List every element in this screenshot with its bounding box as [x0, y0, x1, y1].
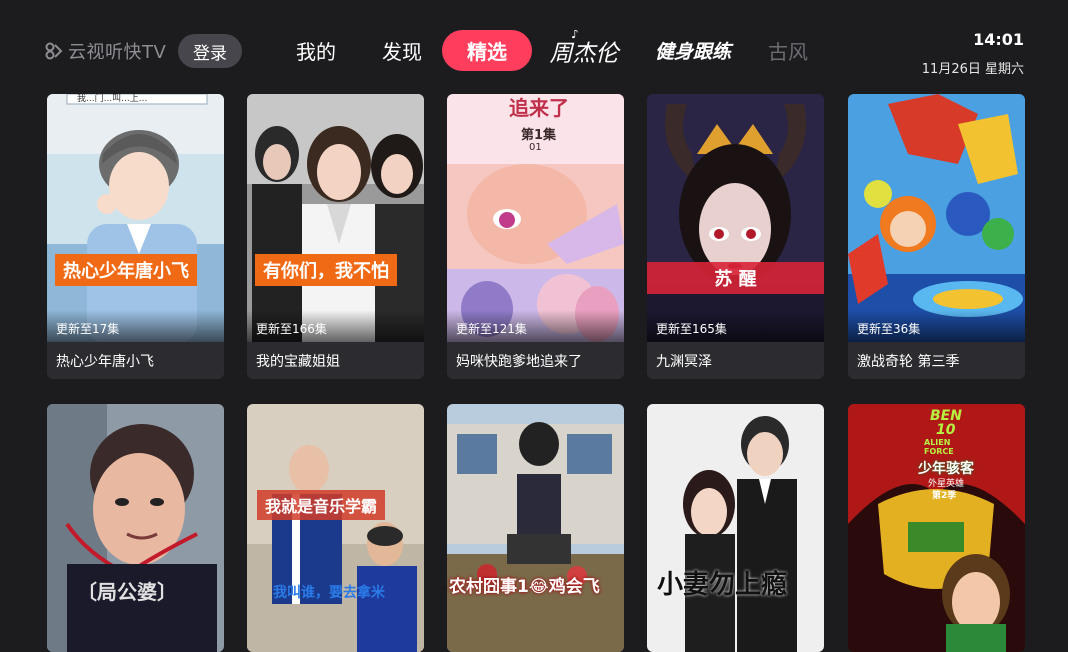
login-button[interactable]: 登录 [178, 34, 242, 68]
card-title: 激战奇轮 第三季 [857, 353, 960, 370]
poster-episode: 第1集 [521, 128, 557, 143]
tab-mine[interactable]: 我的 [280, 30, 352, 71]
logo-icon [45, 42, 63, 60]
poster-caption: 热心少年唐小飞 [55, 254, 197, 286]
poster-image [47, 94, 224, 342]
poster-title: 少年骇客 [918, 461, 974, 477]
video-card[interactable]: 农村囧事1😂鸡会飞 [447, 404, 624, 652]
poster-caption: 有你们，我不怕 [255, 254, 397, 286]
video-card[interactable]: 更新至36集 激战奇轮 第三季 [848, 94, 1025, 379]
poster-top-text: 追来了 [509, 96, 569, 120]
poster-logo-line2: 10 [936, 422, 956, 438]
poster-image [647, 404, 824, 652]
card-title: 我的宝藏姐姐 [256, 353, 340, 370]
poster: 我...门...叫...上... 热心少年唐小飞 更新至17集 [47, 94, 224, 342]
poster-image [848, 94, 1025, 342]
poster-season: 第2季 [932, 491, 957, 501]
clock: 14:01 11月26日 星期六 [922, 30, 1024, 77]
poster-caption: 苏 醒 [647, 262, 824, 294]
update-status: 更新至121集 [447, 310, 624, 342]
update-status: 更新至17集 [47, 310, 224, 342]
update-status: 更新至165集 [647, 310, 824, 342]
poster: BEN 10 ALIEN FORCE 少年骇客 外星英雄 第2季 [848, 404, 1025, 652]
top-bar: 云视听快TV 登录 我的 发现 精选 ♪ 周杰伦 健身跟练 古风 14:01 1… [0, 0, 1068, 92]
clock-date: 11月26日 星期六 [921, 62, 1024, 77]
poster-image [647, 94, 824, 342]
poster-bottom-text: 我叫谁，要去拿米 [273, 585, 385, 601]
tab-discover[interactable]: 发现 [366, 30, 438, 71]
nav-tabs: 我的 发现 精选 ♪ 周杰伦 健身跟练 古风 [280, 30, 815, 71]
poster-image [247, 94, 424, 342]
clock-time: 14:01 [973, 30, 1024, 49]
card-title: 妈咪快跑爹地追来了 [456, 353, 582, 370]
poster: 〔局公婆〕 [47, 404, 224, 652]
video-card[interactable]: 我就是音乐学霸 我叫谁，要去拿米 [247, 404, 424, 652]
poster-episode-num: 01 [529, 142, 542, 153]
poster-caption: 我就是音乐学霸 [257, 490, 386, 520]
poster: 小妻勿上瘾 [647, 404, 824, 652]
video-card[interactable]: 苏 醒 更新至165集 九渊冥泽 [647, 94, 824, 379]
poster: 有你们，我不怕 更新至166集 [247, 94, 424, 342]
video-card[interactable]: 〔局公婆〕 [47, 404, 224, 652]
poster: 更新至36集 [848, 94, 1025, 342]
music-note-icon: ♪ [571, 30, 579, 41]
video-card[interactable]: BEN 10 ALIEN FORCE 少年骇客 外星英雄 第2季 [848, 404, 1025, 652]
tab-fitness[interactable]: 健身跟练 [650, 30, 736, 71]
tab-ancient-style[interactable]: 古风 [768, 30, 815, 71]
logo-text: 云视听快TV [68, 42, 167, 63]
video-card[interactable]: 小妻勿上瘾 [647, 404, 824, 652]
card-title: 热心少年唐小飞 [56, 353, 154, 370]
video-card[interactable]: 追来了 第1集 01 更新至121集 妈咪快跑爹地追来了 [447, 94, 624, 379]
poster: 苏 醒 更新至165集 [647, 94, 824, 342]
poster-image [47, 404, 224, 652]
poster-image [247, 404, 424, 652]
poster-bottom-text: 小妻勿上瘾 [657, 570, 788, 600]
poster-bottom-text: 农村囧事1😂鸡会飞 [449, 577, 600, 597]
poster-logo-sub: ALIEN FORCE [924, 438, 954, 456]
update-status: 更新至166集 [247, 310, 424, 342]
poster: 追来了 第1集 01 更新至121集 [447, 94, 624, 342]
poster: 农村囧事1😂鸡会飞 [447, 404, 624, 652]
update-status: 更新至36集 [848, 310, 1025, 342]
video-card[interactable]: 我...门...叫...上... 热心少年唐小飞 更新至17集 热心少年唐小飞 [47, 94, 224, 379]
tab-jay-chou[interactable]: ♪ 周杰伦 [544, 30, 624, 71]
poster-top-text: 我...门...叫...上... [77, 94, 148, 104]
tab-jay-chou-label: 周杰伦 [549, 40, 619, 67]
tab-featured[interactable]: 精选 [442, 30, 532, 71]
card-title: 九渊冥泽 [656, 353, 712, 370]
poster: 我就是音乐学霸 我叫谁，要去拿米 [247, 404, 424, 652]
poster-image [447, 404, 624, 652]
app-logo: 云视听快TV [44, 39, 166, 63]
video-card[interactable]: 有你们，我不怕 更新至166集 我的宝藏姐姐 [247, 94, 424, 379]
